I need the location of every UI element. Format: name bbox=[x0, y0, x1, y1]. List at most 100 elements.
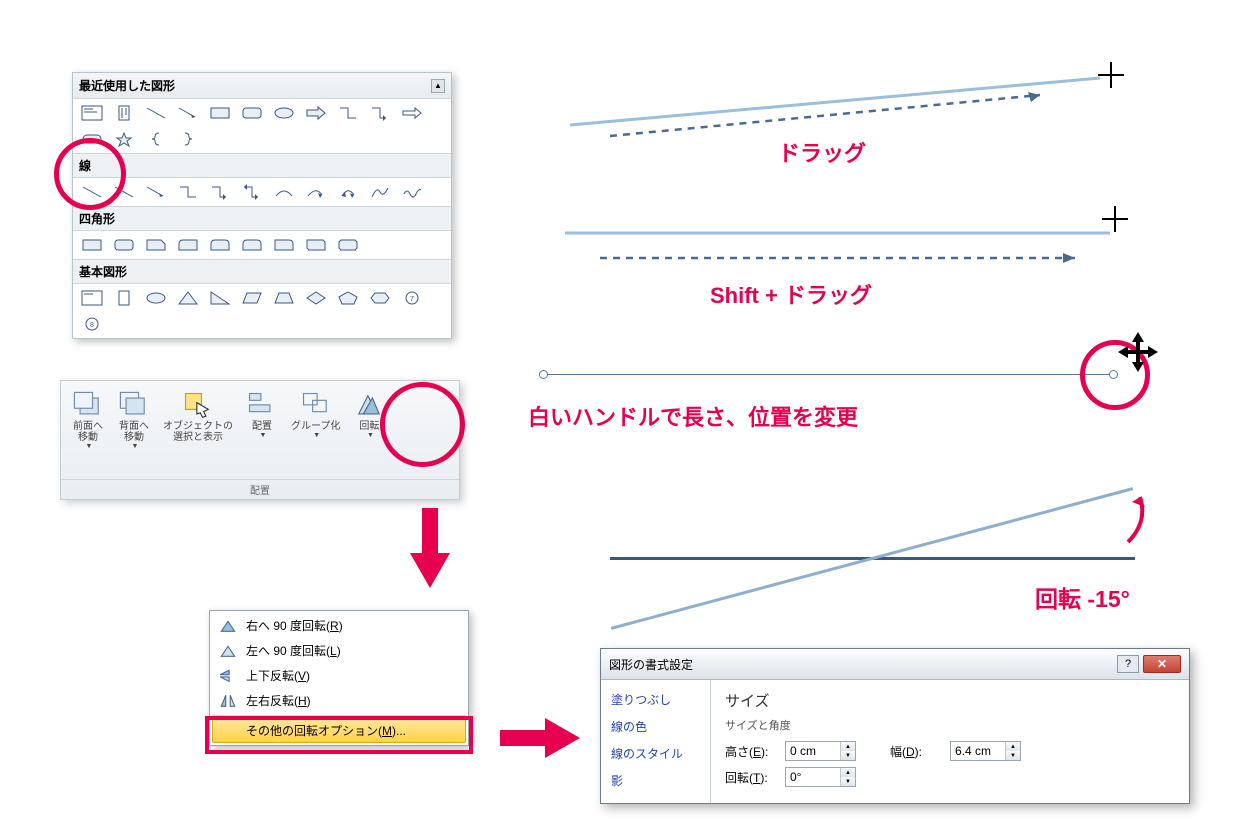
elbow1-shape[interactable] bbox=[175, 182, 201, 202]
rotation-label: 回転 -15° bbox=[1035, 580, 1130, 614]
width-spinner[interactable]: ▲▼ bbox=[950, 741, 1021, 761]
rectangle-shape[interactable] bbox=[207, 103, 233, 123]
group-button[interactable]: グループ化▼ bbox=[285, 387, 346, 442]
flip-vertical-item[interactable]: 上下反転(V) bbox=[212, 663, 466, 688]
vtextbox-shape[interactable] bbox=[111, 103, 137, 123]
brace-right-shape[interactable] bbox=[175, 129, 201, 149]
dialog-nav: 塗りつぶし 線の色 線のスタイル 影 bbox=[601, 680, 711, 803]
elbow-arrow-shape[interactable] bbox=[367, 103, 393, 123]
line2-shape[interactable] bbox=[111, 182, 137, 202]
rect8-shape[interactable] bbox=[303, 235, 329, 255]
help-button[interactable]: ? bbox=[1117, 655, 1139, 673]
triangle-shape[interactable] bbox=[175, 288, 201, 308]
rect1-shape[interactable] bbox=[79, 235, 105, 255]
rect7-shape[interactable] bbox=[271, 235, 297, 255]
cat-line: 線 bbox=[73, 153, 451, 178]
ribbon-arrange-group: 前面へ 移動▼ 背面へ 移動▼ オブジェクトの 選択と表示 配置▼ グループ化▼… bbox=[60, 380, 460, 500]
line-shape[interactable] bbox=[143, 103, 169, 123]
caret-icon: ▼ bbox=[313, 432, 320, 440]
caret-icon: ▼ bbox=[367, 432, 374, 440]
recent-shapes-row bbox=[73, 99, 451, 153]
elbow-connector-shape[interactable] bbox=[335, 103, 361, 123]
stadium-shape[interactable] bbox=[79, 129, 105, 149]
vtextbox2-shape[interactable] bbox=[111, 288, 137, 308]
star-shape[interactable] bbox=[111, 129, 137, 149]
drag-label: ドラッグ bbox=[778, 136, 866, 168]
block-arrow-shape[interactable] bbox=[399, 103, 425, 123]
dialog-title: 図形の書式設定 bbox=[609, 656, 693, 673]
up-icon[interactable]: ▲ bbox=[841, 768, 855, 777]
curve3-shape[interactable] bbox=[335, 182, 361, 202]
flip-horizontal-item[interactable]: 左右反転(H) bbox=[212, 688, 466, 713]
shapes-recent-header: 最近使用した図形 ▲ bbox=[73, 73, 451, 99]
subsection-size-angle: サイズと角度 bbox=[725, 717, 1175, 733]
textbox2-shape[interactable] bbox=[79, 288, 105, 308]
oval-shape[interactable] bbox=[271, 103, 297, 123]
handle-left[interactable] bbox=[539, 370, 548, 379]
rect5-shape[interactable] bbox=[207, 235, 233, 255]
scribble-shape[interactable] bbox=[399, 182, 425, 202]
line-arrow2-shape[interactable] bbox=[143, 182, 169, 202]
elbow3-shape[interactable] bbox=[239, 182, 265, 202]
down-icon[interactable]: ▼ bbox=[841, 777, 855, 786]
octagon-shape[interactable]: 8 bbox=[79, 314, 105, 334]
shapes-gallery-panel: 最近使用した図形 ▲ 線 四角形 bbox=[72, 72, 452, 339]
rect4-shape[interactable] bbox=[175, 235, 201, 255]
rotation-spinner[interactable]: ▲▼ bbox=[785, 767, 856, 787]
rect9-shape[interactable] bbox=[335, 235, 361, 255]
bring-forward-button[interactable]: 前面へ 移動▼ bbox=[65, 387, 111, 453]
group-icon bbox=[299, 389, 333, 419]
nav-line-color[interactable]: 線の色 bbox=[601, 713, 710, 740]
nav-shadow[interactable]: 影 bbox=[601, 767, 710, 794]
send-backward-button[interactable]: 背面へ 移動▼ bbox=[111, 387, 157, 453]
rotate-left-90-item[interactable]: 左へ 90 度回転(L) bbox=[212, 638, 466, 663]
up-icon[interactable]: ▲ bbox=[1006, 742, 1020, 751]
selected-line bbox=[543, 374, 1113, 375]
parallelogram-shape[interactable] bbox=[239, 288, 265, 308]
up-icon[interactable]: ▲ bbox=[841, 742, 855, 751]
rtriangle-shape[interactable] bbox=[207, 288, 233, 308]
down-icon[interactable]: ▼ bbox=[841, 751, 855, 760]
height-input[interactable] bbox=[786, 742, 840, 760]
trapezoid-shape[interactable] bbox=[271, 288, 297, 308]
close-button[interactable]: ✕ bbox=[1143, 655, 1181, 673]
shift-drag-label: Shift + ドラッグ bbox=[710, 278, 872, 310]
elbow2-shape[interactable] bbox=[207, 182, 233, 202]
rotation-input[interactable] bbox=[786, 768, 840, 786]
right-arrow-shape[interactable] bbox=[303, 103, 329, 123]
align-button[interactable]: 配置▼ bbox=[239, 387, 285, 442]
curve2-shape[interactable] bbox=[303, 182, 329, 202]
down-icon[interactable]: ▼ bbox=[1006, 751, 1020, 760]
heptagon-shape[interactable]: 7 bbox=[399, 288, 425, 308]
width-input[interactable] bbox=[951, 742, 1005, 760]
nav-line-style[interactable]: 線のスタイル bbox=[601, 740, 710, 767]
width-label: 幅(D): bbox=[890, 743, 942, 760]
flip-v-icon bbox=[218, 668, 238, 684]
selection-pane-button[interactable]: オブジェクトの 選択と表示 bbox=[157, 387, 239, 445]
more-rotation-options-item[interactable]: その他の回転オプション(M)... bbox=[212, 718, 466, 743]
bring-forward-icon bbox=[71, 389, 105, 419]
line1-shape[interactable] bbox=[79, 182, 105, 202]
hexagon-shape[interactable] bbox=[367, 288, 393, 308]
freeform-shape[interactable] bbox=[367, 182, 393, 202]
caret-icon: ▼ bbox=[260, 432, 267, 440]
diamond-shape[interactable] bbox=[303, 288, 329, 308]
rotate-button[interactable]: 回転▼ bbox=[346, 387, 392, 442]
textbox-shape[interactable] bbox=[79, 103, 105, 123]
rotate-right-90-item[interactable]: 右へ 90 度回転(R) bbox=[212, 613, 466, 638]
height-spinner[interactable]: ▲▼ bbox=[785, 741, 856, 761]
nav-fill[interactable]: 塗りつぶし bbox=[601, 686, 710, 713]
scroll-up-icon[interactable]: ▲ bbox=[431, 79, 445, 93]
line-arrow-shape[interactable] bbox=[175, 103, 201, 123]
rotation-label-field: 回転(T): bbox=[725, 769, 777, 786]
curve1-shape[interactable] bbox=[271, 182, 297, 202]
brace-left-shape[interactable] bbox=[143, 129, 169, 149]
rect2-shape[interactable] bbox=[111, 235, 137, 255]
pentagon-shape[interactable] bbox=[335, 288, 361, 308]
section-size: サイズ bbox=[725, 690, 1175, 711]
rect6-shape[interactable] bbox=[239, 235, 265, 255]
rounded-rect-shape[interactable] bbox=[239, 103, 265, 123]
rect3-shape[interactable] bbox=[143, 235, 169, 255]
format-shape-dialog: 図形の書式設定 ? ✕ 塗りつぶし 線の色 線のスタイル 影 サイズ サイズと角… bbox=[600, 648, 1190, 804]
ellipse-shape[interactable] bbox=[143, 288, 169, 308]
